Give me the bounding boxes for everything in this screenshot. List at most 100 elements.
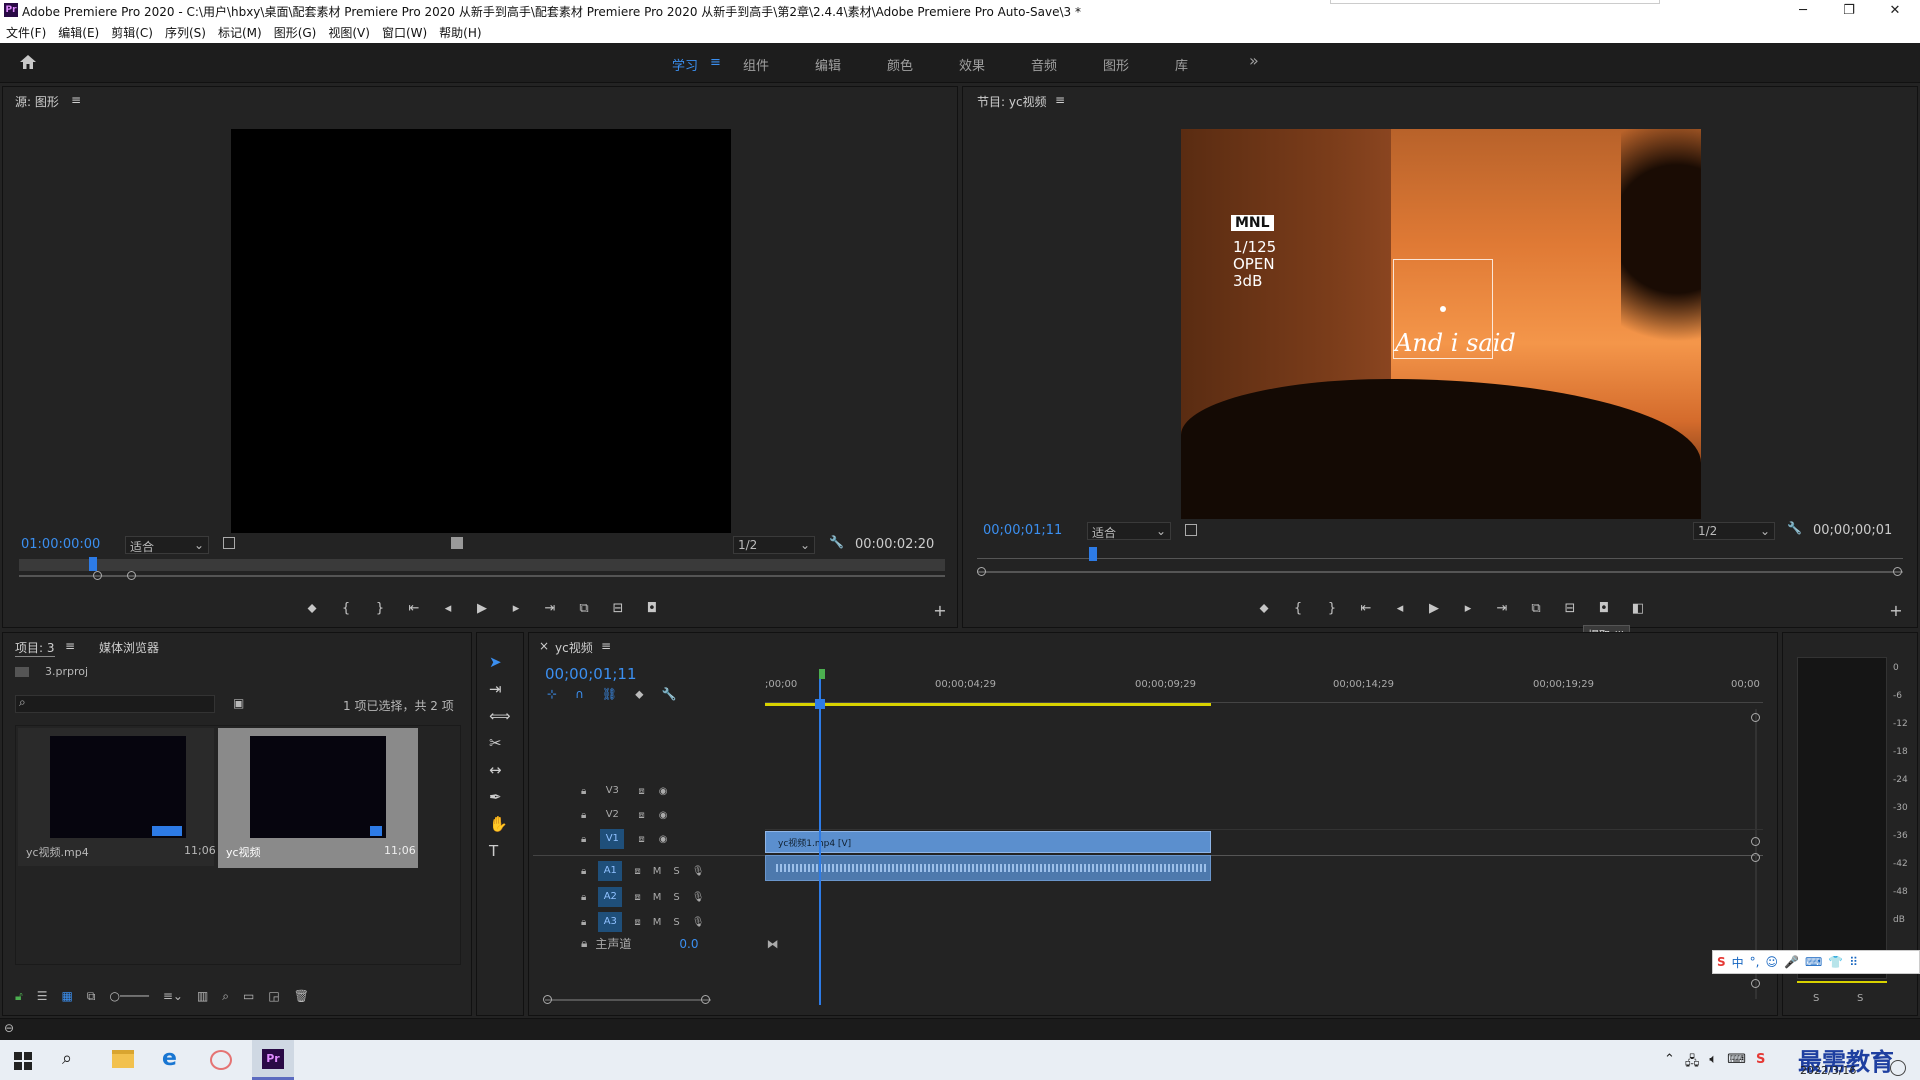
add-button-icon[interactable]: + [1885, 601, 1907, 620]
menu-view[interactable]: 视图(V) [322, 22, 376, 41]
microphone-icon[interactable]: 🎙︎ [692, 892, 705, 903]
eye-icon[interactable]: ◉ [659, 810, 668, 821]
marker[interactable] [819, 669, 825, 679]
type-tool-icon[interactable]: T [489, 842, 511, 860]
wrench-icon[interactable]: 🔧 [1787, 521, 1802, 535]
search-icon[interactable]: ⌕ [62, 1048, 72, 1069]
source-zoom-bar[interactable] [19, 575, 945, 577]
new-search-bin-icon[interactable]: ▣ [233, 696, 244, 710]
menu-edit[interactable]: 编辑(E) [52, 22, 105, 41]
program-monitor-title[interactable]: 节目: yc视频 [977, 93, 1047, 110]
chevron-up-icon[interactable]: ⌃ [1664, 1052, 1675, 1074]
go-to-out-icon[interactable]: ⇥ [1491, 601, 1513, 616]
source-fit-dropdown[interactable]: 适合 ⌄ [125, 536, 209, 554]
track-label[interactable]: V2 [600, 805, 624, 825]
workspace-tab-graphics[interactable]: 图形 [1103, 55, 1129, 74]
workspace-menu-icon[interactable]: ≡ [710, 55, 721, 70]
step-back-icon[interactable]: ◂ [437, 601, 459, 616]
sync-lock-icon[interactable]: ⧈ [634, 866, 640, 877]
hand-tool-icon[interactable]: ✋ [489, 815, 511, 833]
lock-icon[interactable]: 🔒︎ [581, 917, 586, 928]
project-item-selected[interactable]: yc视频 11;06 [218, 728, 418, 868]
workspace-tab-assembly[interactable]: 组件 [743, 55, 769, 74]
ime-chinese-mode[interactable]: 中 [1732, 954, 1744, 971]
new-bin-icon[interactable]: ▭ [243, 989, 254, 1004]
volume-icon[interactable]: 🔈︎ [1709, 1052, 1717, 1074]
paint-app-icon[interactable] [210, 1050, 232, 1070]
source-timecode[interactable]: 01:00:00:00 [21, 537, 100, 552]
mark-in-icon[interactable]: { [1287, 601, 1309, 616]
ime-skin[interactable]: 👕 [1828, 955, 1843, 969]
add-marker-icon[interactable]: ⬥ [1253, 601, 1275, 616]
zoom-slider[interactable]: ○──── [109, 989, 148, 1004]
list-view-icon[interactable]: ☰ [37, 989, 48, 1004]
menu-file[interactable]: 文件(F) [0, 22, 52, 41]
menu-help[interactable]: 帮助(H) [433, 22, 487, 41]
sync-lock-icon[interactable]: ⧈ [638, 834, 644, 845]
step-forward-icon[interactable]: ▸ [1457, 601, 1479, 616]
new-item-icon[interactable]: ◲ [268, 989, 279, 1004]
minimize-button[interactable]: ─ [1780, 0, 1826, 22]
scroll-handle[interactable] [1751, 837, 1760, 846]
network-icon[interactable]: 🖧︎ [1685, 1052, 1700, 1074]
timeline-menu-icon[interactable]: ≡ [601, 639, 611, 653]
track-label[interactable]: A2 [598, 887, 623, 907]
microphone-icon[interactable]: 🎙︎ [692, 866, 705, 877]
overwrite-icon[interactable]: ⊟ [607, 601, 629, 616]
export-frame-icon[interactable]: ◘ [641, 601, 663, 616]
mark-out-icon[interactable]: } [369, 601, 391, 616]
add-marker-icon[interactable]: ⬥ [635, 687, 643, 702]
track-label[interactable]: V3 [600, 781, 624, 801]
source-monitor-title[interactable]: 源: 图形 [15, 93, 59, 110]
find-icon[interactable]: ⌕ [222, 989, 229, 1004]
icon-view-icon[interactable]: ▦ [62, 989, 73, 1004]
source-resolution-dropdown[interactable]: 1/2 ⌄ [733, 536, 815, 554]
step-forward-icon[interactable]: ▸ [505, 601, 527, 616]
lock-icon[interactable]: 🔒︎ [581, 936, 587, 951]
source-zoom-handle-left[interactable] [93, 571, 102, 580]
program-time-ruler[interactable] [977, 547, 1903, 559]
ime-punctuation[interactable]: °, [1750, 955, 1760, 969]
solo-button[interactable]: S [673, 866, 679, 877]
edge-browser-icon[interactable]: e [162, 1046, 177, 1071]
horizontal-zoom-bar[interactable] [545, 999, 711, 1001]
sort-icon[interactable]: ≡⌄ [163, 989, 183, 1004]
tab-sequence[interactable]: yc视频 [555, 639, 593, 656]
add-marker-icon[interactable]: ⬥ [301, 601, 323, 616]
solo-left-button[interactable]: S [1813, 993, 1819, 1004]
playhead-handle[interactable] [815, 699, 825, 709]
windows-start-icon[interactable] [14, 1052, 32, 1073]
lock-icon[interactable]: 🔒︎ [581, 892, 586, 903]
program-playhead[interactable] [1089, 547, 1097, 561]
restore-button[interactable]: ❐ [1826, 0, 1872, 22]
sogou-tray-icon[interactable]: S [1756, 1052, 1765, 1074]
tab-media-browser[interactable]: 媒体浏览器 [99, 639, 159, 656]
source-settings-icon[interactable] [223, 537, 235, 549]
trash-icon[interactable]: 🗑︎ [294, 989, 309, 1004]
menu-window[interactable]: 窗口(W) [376, 22, 433, 41]
timeline-ruler[interactable]: ;00;00 00;00;04;29 00;00;09;29 00;00;14;… [765, 673, 1763, 703]
source-panel-menu-icon[interactable]: ≡ [71, 93, 81, 107]
notification-icon[interactable] [1890, 1060, 1906, 1076]
solo-right-button[interactable]: S [1857, 993, 1863, 1004]
program-zoom-bar[interactable] [977, 571, 1903, 573]
microphone-icon[interactable]: 🎙︎ [692, 917, 705, 928]
menu-markers[interactable]: 标记(M) [212, 22, 268, 41]
source-playhead[interactable] [89, 557, 97, 571]
track-select-tool-icon[interactable]: ⇥ [489, 680, 511, 698]
program-panel-menu-icon[interactable]: ≡ [1055, 93, 1065, 107]
ripple-edit-tool-icon[interactable]: ⟺ [489, 707, 511, 725]
track-label[interactable]: V1 [600, 829, 625, 849]
timeline-timecode[interactable]: 00;00;01;11 [545, 665, 637, 683]
project-search-input[interactable] [15, 695, 215, 713]
go-to-out-icon[interactable]: ⇥ [539, 601, 561, 616]
selection-tool-icon[interactable]: ➤ [489, 653, 511, 671]
mute-button[interactable]: M [653, 917, 662, 928]
program-fit-dropdown[interactable]: 适合 ⌄ [1087, 522, 1171, 540]
timeline-playhead[interactable] [819, 679, 821, 1005]
program-settings-icon[interactable] [1185, 524, 1197, 536]
workspace-tab-color[interactable]: 颜色 [887, 55, 913, 74]
zoom-handle-left[interactable] [543, 995, 552, 1004]
ime-tray-icon[interactable]: ⌨ [1727, 1052, 1746, 1074]
workspace-tab-learn[interactable]: 学习 [672, 55, 698, 74]
